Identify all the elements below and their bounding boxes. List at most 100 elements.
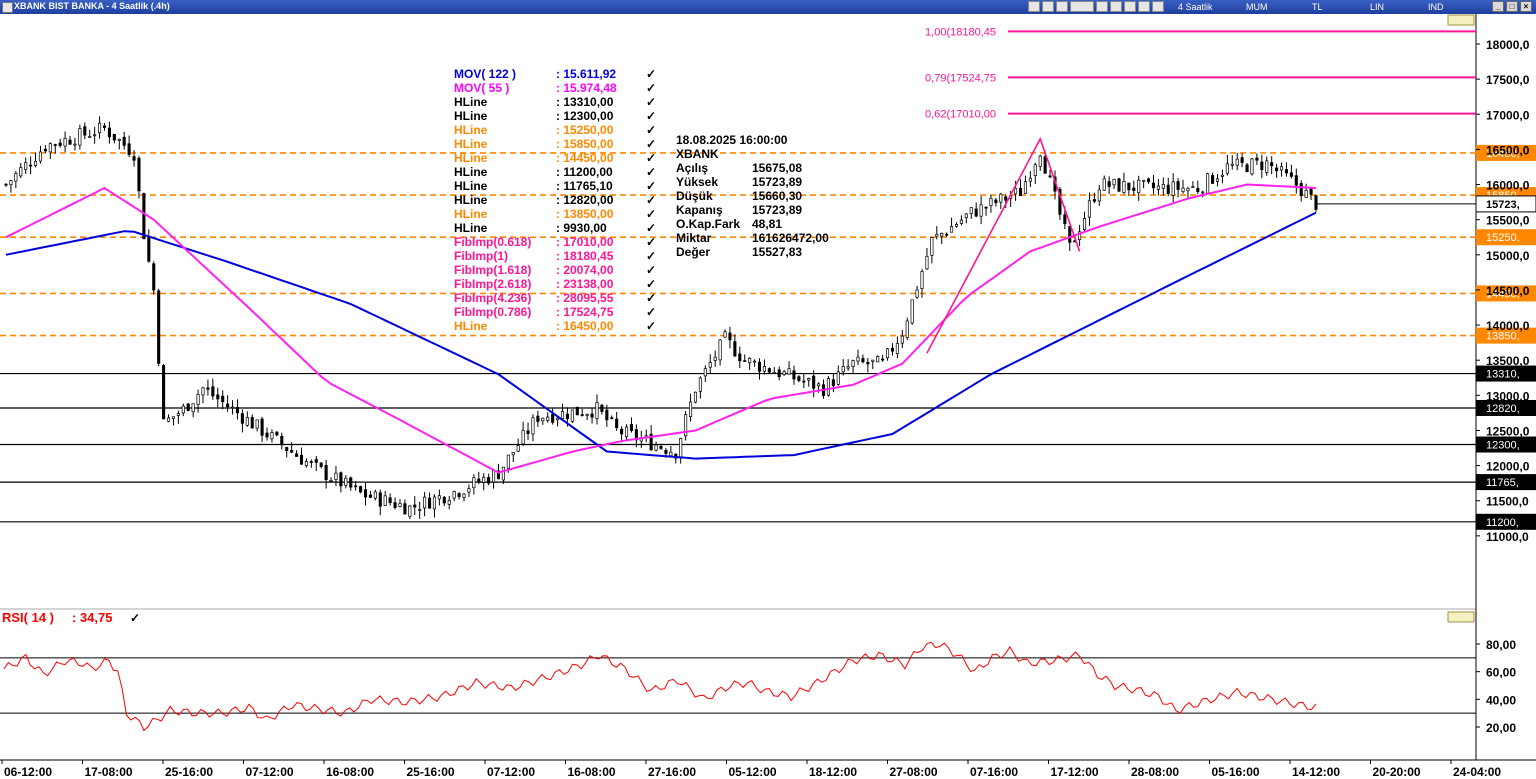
candle[interactable] (403, 503, 407, 515)
candle[interactable] (974, 208, 978, 217)
candle[interactable] (1201, 191, 1205, 194)
candle[interactable] (703, 368, 707, 377)
candle[interactable] (1018, 187, 1023, 197)
candle[interactable] (423, 496, 427, 509)
candle[interactable] (831, 379, 835, 387)
candle[interactable] (9, 180, 13, 185)
candle[interactable] (733, 341, 737, 357)
candle[interactable] (38, 151, 43, 162)
candle[interactable] (1082, 218, 1087, 230)
candle[interactable] (812, 375, 816, 389)
candle[interactable] (206, 387, 210, 390)
candle[interactable] (935, 234, 939, 237)
candle[interactable] (319, 462, 323, 467)
candle[interactable] (73, 143, 77, 146)
candle[interactable] (329, 479, 333, 482)
candle[interactable] (1265, 160, 1269, 173)
candle[interactable] (196, 394, 200, 405)
candle[interactable] (171, 416, 175, 419)
candle[interactable] (546, 416, 550, 421)
candle[interactable] (250, 416, 254, 429)
candle[interactable] (1186, 187, 1190, 192)
candle[interactable] (388, 497, 392, 504)
candle[interactable] (166, 417, 171, 422)
candle[interactable] (959, 219, 963, 224)
panel-controls[interactable] (1447, 14, 1475, 26)
candle[interactable] (945, 233, 949, 236)
candle[interactable] (1043, 156, 1047, 174)
candle[interactable] (1235, 158, 1239, 166)
candle[interactable] (280, 435, 284, 446)
candle[interactable] (817, 383, 821, 387)
candle[interactable] (127, 143, 131, 155)
candle[interactable] (4, 183, 8, 186)
candle[interactable] (418, 509, 422, 511)
candle[interactable] (910, 299, 914, 324)
candle[interactable] (1132, 187, 1136, 191)
rsi-panel-controls[interactable] (1447, 611, 1475, 623)
candle[interactable] (753, 360, 757, 363)
candle[interactable] (526, 430, 530, 434)
candle[interactable] (270, 432, 274, 440)
candle[interactable] (354, 485, 358, 488)
candle[interactable] (393, 502, 397, 508)
candle[interactable] (698, 377, 702, 392)
candle[interactable] (255, 419, 259, 429)
candle[interactable] (413, 504, 417, 508)
candle[interactable] (472, 477, 476, 489)
candle[interactable] (216, 394, 220, 400)
candle[interactable] (235, 406, 240, 414)
candle[interactable] (565, 413, 569, 419)
candle[interactable] (861, 358, 865, 363)
candle[interactable] (1068, 226, 1072, 243)
candle[interactable] (290, 450, 294, 453)
candle[interactable] (777, 369, 781, 378)
candle[interactable] (506, 454, 510, 469)
rsi-line[interactable] (3, 641, 1317, 732)
candle[interactable] (876, 356, 880, 363)
candle[interactable] (595, 402, 599, 419)
candle[interactable] (580, 414, 584, 416)
candle[interactable] (1240, 157, 1244, 163)
candle[interactable] (201, 387, 205, 396)
candle[interactable] (536, 415, 540, 422)
candle[interactable] (738, 353, 742, 362)
candle[interactable] (122, 136, 126, 146)
candle[interactable] (610, 417, 614, 419)
candle[interactable] (679, 438, 683, 459)
candle[interactable] (1112, 178, 1116, 186)
candle[interactable] (152, 263, 156, 291)
candle[interactable] (605, 409, 609, 421)
candle[interactable] (1087, 200, 1092, 218)
candle[interactable] (1166, 184, 1170, 195)
candle[interactable] (950, 226, 954, 233)
candle[interactable] (142, 193, 146, 240)
candle[interactable] (802, 380, 806, 383)
candle[interactable] (78, 128, 82, 146)
candle[interactable] (718, 339, 722, 361)
candle[interactable] (102, 125, 107, 128)
candle[interactable] (334, 472, 338, 480)
candle[interactable] (1171, 181, 1175, 196)
candle[interactable] (447, 500, 451, 505)
candle[interactable] (575, 406, 579, 416)
candle[interactable] (516, 445, 520, 452)
candle[interactable] (713, 356, 717, 361)
candle[interactable] (1294, 175, 1298, 186)
candle[interactable] (1004, 196, 1008, 201)
candle[interactable] (477, 478, 481, 483)
candle[interactable] (767, 368, 771, 373)
candle[interactable] (1038, 155, 1042, 167)
candle[interactable] (482, 477, 486, 483)
candle[interactable] (349, 477, 353, 488)
candle[interactable] (112, 133, 116, 141)
candle[interactable] (989, 198, 993, 206)
candle[interactable] (408, 505, 412, 517)
candle[interactable] (1014, 187, 1018, 195)
candle[interactable] (984, 206, 988, 209)
candle[interactable] (570, 409, 574, 422)
candle[interactable] (871, 359, 875, 362)
candle[interactable] (743, 360, 747, 362)
candle[interactable] (117, 138, 121, 141)
candle[interactable] (1033, 164, 1037, 176)
